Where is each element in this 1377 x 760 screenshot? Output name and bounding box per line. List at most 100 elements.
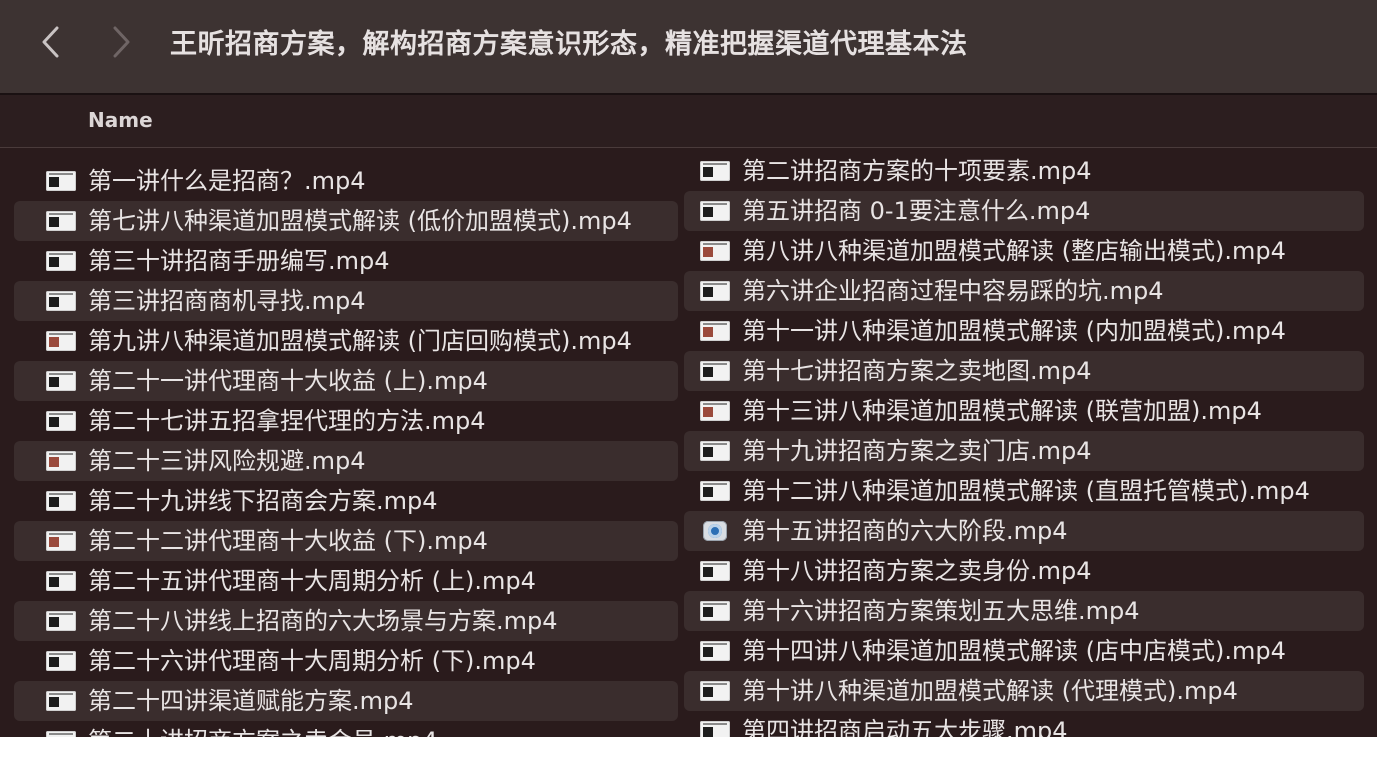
video-file-icon bbox=[700, 481, 730, 501]
file-row[interactable]: 第十七讲招商方案之卖地图.mp4 bbox=[684, 351, 1364, 391]
video-file-icon bbox=[46, 451, 76, 471]
file-row[interactable]: 第八讲八种渠道加盟模式解读 (整店输出模式).mp4 bbox=[684, 231, 1364, 271]
video-file-icon bbox=[46, 731, 76, 737]
file-row[interactable]: 第二十二讲代理商十大收益 (下).mp4 bbox=[14, 521, 678, 561]
video-file-icon bbox=[700, 401, 730, 421]
quicktime-file-icon bbox=[703, 521, 727, 541]
video-file-icon bbox=[46, 211, 76, 231]
file-row[interactable]: 第二十五讲代理商十大周期分析 (上).mp4 bbox=[14, 561, 678, 601]
file-row[interactable]: 第二十九讲线下招商会方案.mp4 bbox=[14, 481, 678, 521]
video-file-icon bbox=[700, 641, 730, 661]
file-name: 第二十六讲代理商十大周期分析 (下).mp4 bbox=[88, 647, 536, 675]
file-row[interactable]: 第十五讲招商的六大阶段.mp4 bbox=[684, 511, 1364, 551]
video-file-icon bbox=[46, 691, 76, 711]
toolbar: 王昕招商方案，解构招商方案意识形态，精准把握渠道代理基本法 bbox=[0, 0, 1377, 95]
file-row[interactable]: 第二十讲招商方案之卖会员.mp4 bbox=[14, 721, 678, 737]
file-name: 第二十九讲线下招商会方案.mp4 bbox=[88, 487, 438, 515]
column-header: Name bbox=[0, 95, 1377, 148]
file-name: 第九讲八种渠道加盟模式解读 (门店回购模式).mp4 bbox=[88, 327, 632, 355]
file-name: 第十七讲招商方案之卖地图.mp4 bbox=[742, 357, 1092, 385]
file-name: 第三十讲招商手册编写.mp4 bbox=[88, 247, 390, 275]
video-file-icon bbox=[46, 171, 76, 191]
video-file-icon bbox=[700, 241, 730, 261]
file-name: 第六讲企业招商过程中容易踩的坑.mp4 bbox=[742, 277, 1164, 305]
file-name: 第四讲招商启动五大步骤.mp4 bbox=[742, 717, 1068, 737]
video-file-icon bbox=[46, 611, 76, 631]
file-row[interactable]: 第十讲八种渠道加盟模式解读 (代理模式).mp4 bbox=[684, 671, 1364, 711]
video-file-icon bbox=[46, 251, 76, 271]
file-name: 第三讲招商商机寻找.mp4 bbox=[88, 287, 366, 315]
file-row[interactable]: 第三讲招商商机寻找.mp4 bbox=[14, 281, 678, 321]
column-header-name[interactable]: Name bbox=[88, 108, 153, 132]
file-name: 第二十二讲代理商十大收益 (下).mp4 bbox=[88, 527, 488, 555]
video-file-icon bbox=[700, 601, 730, 621]
file-name: 第十三讲八种渠道加盟模式解读 (联营加盟).mp4 bbox=[742, 397, 1262, 425]
file-name: 第二十四讲渠道赋能方案.mp4 bbox=[88, 687, 414, 715]
back-button[interactable] bbox=[32, 24, 68, 60]
file-name: 第十讲八种渠道加盟模式解读 (代理模式).mp4 bbox=[742, 677, 1238, 705]
file-row[interactable]: 第十三讲八种渠道加盟模式解读 (联营加盟).mp4 bbox=[684, 391, 1364, 431]
video-file-icon bbox=[700, 281, 730, 301]
file-row[interactable]: 第十六讲招商方案策划五大思维.mp4 bbox=[684, 591, 1364, 631]
file-name: 第二十五讲代理商十大周期分析 (上).mp4 bbox=[88, 567, 536, 595]
file-name: 第十五讲招商的六大阶段.mp4 bbox=[742, 517, 1068, 545]
file-row[interactable]: 第三十讲招商手册编写.mp4 bbox=[14, 241, 678, 281]
file-row[interactable]: 第十一讲八种渠道加盟模式解读 (内加盟模式).mp4 bbox=[684, 311, 1364, 351]
forward-button[interactable] bbox=[104, 24, 140, 60]
file-row[interactable]: 第二十四讲渠道赋能方案.mp4 bbox=[14, 681, 678, 721]
file-row[interactable]: 第二十六讲代理商十大周期分析 (下).mp4 bbox=[14, 641, 678, 681]
file-name: 第五讲招商 0-1要注意什么.mp4 bbox=[742, 197, 1091, 225]
file-name: 第二十讲招商方案之卖会员.mp4 bbox=[88, 721, 438, 737]
file-list-right: 第二讲招商方案的十项要素.mp4 第五讲招商 0-1要注意什么.mp4 第八讲八种渠… bbox=[684, 151, 1364, 737]
chevron-right-icon bbox=[113, 26, 130, 58]
video-file-icon bbox=[46, 491, 76, 511]
file-name: 第十二讲八种渠道加盟模式解读 (直盟托管模式).mp4 bbox=[742, 477, 1310, 505]
file-name: 第二十七讲五招拿捏代理的方法.mp4 bbox=[88, 407, 486, 435]
video-file-icon bbox=[700, 561, 730, 581]
file-name: 第十八讲招商方案之卖身份.mp4 bbox=[742, 557, 1092, 585]
video-file-icon bbox=[46, 531, 76, 551]
file-name: 第十六讲招商方案策划五大思维.mp4 bbox=[742, 597, 1140, 625]
file-name: 第十一讲八种渠道加盟模式解读 (内加盟模式).mp4 bbox=[742, 317, 1286, 345]
chevron-left-icon bbox=[42, 26, 59, 58]
file-name: 第二十八讲线上招商的六大场景与方案.mp4 bbox=[88, 607, 558, 635]
file-row[interactable]: 第十四讲八种渠道加盟模式解读 (店中店模式).mp4 bbox=[684, 631, 1364, 671]
file-row[interactable]: 第六讲企业招商过程中容易踩的坑.mp4 bbox=[684, 271, 1364, 311]
file-row[interactable]: 第四讲招商启动五大步骤.mp4 bbox=[684, 711, 1364, 737]
file-name: 第七讲八种渠道加盟模式解读 (低价加盟模式).mp4 bbox=[88, 207, 632, 235]
finder-window: 王昕招商方案，解构招商方案意识形态，精准把握渠道代理基本法 Name 第一讲什么… bbox=[0, 0, 1377, 737]
file-row[interactable]: 第七讲八种渠道加盟模式解读 (低价加盟模式).mp4 bbox=[14, 201, 678, 241]
file-name: 第十四讲八种渠道加盟模式解读 (店中店模式).mp4 bbox=[742, 637, 1286, 665]
file-row[interactable]: 第二讲招商方案的十项要素.mp4 bbox=[684, 151, 1364, 191]
video-file-icon bbox=[700, 161, 730, 181]
file-name: 第十九讲招商方案之卖门店.mp4 bbox=[742, 437, 1092, 465]
file-row[interactable]: 第十二讲八种渠道加盟模式解读 (直盟托管模式).mp4 bbox=[684, 471, 1364, 511]
file-row[interactable]: 第五讲招商 0-1要注意什么.mp4 bbox=[684, 191, 1364, 231]
video-file-icon bbox=[700, 201, 730, 221]
file-name: 第二十一讲代理商十大收益 (上).mp4 bbox=[88, 367, 488, 395]
file-name: 第二讲招商方案的十项要素.mp4 bbox=[742, 157, 1092, 185]
video-file-icon bbox=[46, 371, 76, 391]
video-file-icon bbox=[700, 441, 730, 461]
video-file-icon bbox=[700, 321, 730, 341]
video-file-icon bbox=[46, 291, 76, 311]
file-row[interactable]: 第九讲八种渠道加盟模式解读 (门店回购模式).mp4 bbox=[14, 321, 678, 361]
file-row[interactable]: 第二十三讲风险规避.mp4 bbox=[14, 441, 678, 481]
video-file-icon bbox=[700, 681, 730, 701]
file-row[interactable]: 第十八讲招商方案之卖身份.mp4 bbox=[684, 551, 1364, 591]
file-list-left: 第一讲什么是招商？.mp4 第七讲八种渠道加盟模式解读 (低价加盟模式).mp4 第… bbox=[14, 161, 678, 737]
file-row[interactable]: 第二十八讲线上招商的六大场景与方案.mp4 bbox=[14, 601, 678, 641]
file-row[interactable]: 第二十七讲五招拿捏代理的方法.mp4 bbox=[14, 401, 678, 441]
file-name: 第一讲什么是招商？.mp4 bbox=[88, 167, 366, 195]
window-title: 王昕招商方案，解构招商方案意识形态，精准把握渠道代理基本法 bbox=[170, 29, 968, 60]
video-file-icon bbox=[46, 651, 76, 671]
file-name: 第八讲八种渠道加盟模式解读 (整店输出模式).mp4 bbox=[742, 237, 1286, 265]
video-file-icon bbox=[700, 721, 730, 737]
file-row[interactable]: 第十九讲招商方案之卖门店.mp4 bbox=[684, 431, 1364, 471]
video-file-icon bbox=[46, 571, 76, 591]
file-row[interactable]: 第二十一讲代理商十大收益 (上).mp4 bbox=[14, 361, 678, 401]
video-file-icon bbox=[700, 361, 730, 381]
video-file-icon bbox=[46, 411, 76, 431]
file-row[interactable]: 第一讲什么是招商？.mp4 bbox=[14, 161, 678, 201]
file-name: 第二十三讲风险规避.mp4 bbox=[88, 447, 366, 475]
